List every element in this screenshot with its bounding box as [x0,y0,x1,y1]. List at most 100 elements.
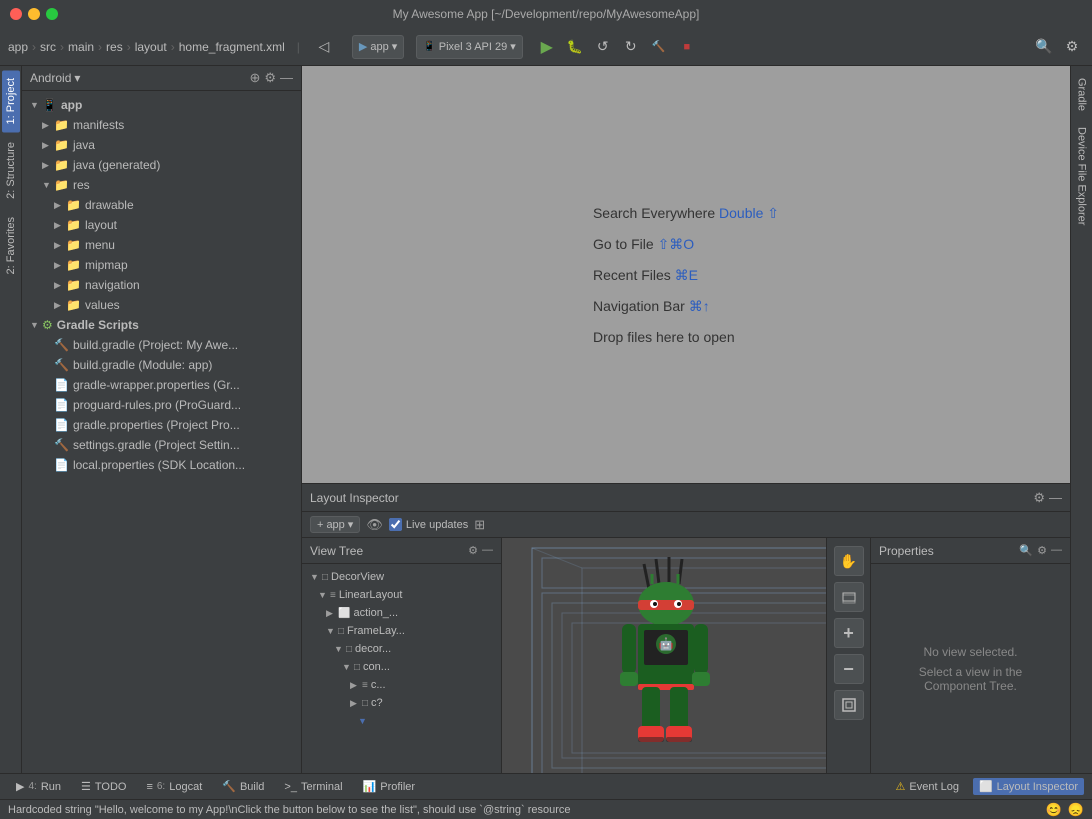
live-updates-checkbox[interactable] [389,518,402,531]
view-selector[interactable]: Android ▾ [30,71,80,85]
terminal-tab[interactable]: >_ Terminal [276,776,350,798]
left-panel-tabs: 1: Project 2: Structure 2: Favorites [0,66,22,773]
logcat-tab[interactable]: ≡ 6: Logcat [138,776,210,798]
tree-item-c2[interactable]: ▶ □ c? [302,694,501,712]
view-tree-content: ▼ □ DecorView ▼ ≡ LinearLayout ▶ [302,564,501,773]
add-process-button[interactable]: + app ▾ [310,516,360,533]
tree-gradle-properties[interactable]: 📄 gradle.properties (Project Pro... [22,415,301,435]
minimize-button[interactable] [28,8,40,20]
tree-java[interactable]: ▶ 📁 java [22,135,301,155]
hand-tool-button[interactable]: ✋ [834,546,864,576]
sad-emoji[interactable]: 😞 [1068,802,1084,818]
tree-item-expand[interactable]: ▼ [302,712,501,730]
tree-gradle-wrapper[interactable]: 📄 gradle-wrapper.properties (Gr... [22,375,301,395]
run-tab[interactable]: ▶ 4: Run [8,776,69,798]
settings-button[interactable]: ⚙ [1060,35,1084,59]
search-everywhere-button[interactable]: 🔍 [1032,35,1056,59]
breadcrumb-layout[interactable]: layout [135,40,167,54]
build-tab-icon: 🔨 [222,780,236,793]
run-button[interactable]: ▶ [535,35,559,59]
layout-inspector-preview[interactable]: 🤖 [502,538,826,773]
tree-values[interactable]: ▶ 📁 values [22,295,301,315]
sidebar-settings-icon[interactable]: ⊕ [249,70,260,86]
capture-button[interactable]: ⊞ [474,517,485,533]
debug-button[interactable]: 🐛 [563,35,587,59]
tree-local-properties[interactable]: 📄 local.properties (SDK Location... [22,455,301,475]
sidebar-gear-icon[interactable]: ⚙ [264,70,276,86]
zoom-in-button[interactable]: + [834,618,864,648]
todo-tab-label: TODO [95,781,127,793]
no-view-text: No view selected. [923,645,1017,659]
event-log-button[interactable]: ⚠ Event Log [890,778,965,795]
tree-item-action[interactable]: ▶ ⬜ action_... [302,604,501,622]
zoom-out-button[interactable]: − [834,654,864,684]
properties-search-icon[interactable]: 🔍 [1019,544,1033,557]
fit-screen-button[interactable] [834,690,864,720]
layout-inspector-bottom-button[interactable]: ⬜ Layout Inspector [973,778,1084,795]
window-title: My Awesome App [~/Development/repo/MyAwe… [393,7,700,21]
close-button[interactable] [10,8,22,20]
tree-menu[interactable]: ▶ 📁 menu [22,235,301,255]
sync-button[interactable]: ↺ [591,35,615,59]
breadcrumb-file[interactable]: home_fragment.xml [179,40,285,54]
tree-gradle-scripts[interactable]: ▼ ⚙ Gradle Scripts [22,315,301,335]
tree-item-c1[interactable]: ▶ ≡ c... [302,676,501,694]
happy-emoji[interactable]: 😊 [1046,802,1062,818]
tree-item-framelayout[interactable]: ▼ □ FrameLay... [302,622,501,640]
tree-build-gradle-module[interactable]: 🔨 build.gradle (Module: app) [22,355,301,375]
run-tab-number: 4: [28,781,36,792]
tree-settings-icon[interactable]: ⚙ [468,544,478,557]
tree-item-decorview[interactable]: ▼ □ DecorView [302,568,501,586]
sidebar-header: Android ▾ ⊕ ⚙ — [22,66,301,91]
stop-button[interactable]: ■ [675,35,699,59]
properties-settings-icon[interactable]: ⚙ [1037,544,1047,557]
project-tab[interactable]: 1: Project [2,70,20,132]
layout-inspector-minimize-icon[interactable]: — [1049,490,1062,506]
tree-res[interactable]: ▼ 📁 res [22,175,301,195]
tree-app[interactable]: ▼ 📱 app [22,95,301,115]
build-tab[interactable]: 🔨 Build [214,776,272,798]
terminal-tab-label: Terminal [301,781,343,793]
breadcrumb-src[interactable]: src [40,40,56,54]
tree-settings-gradle[interactable]: 🔨 settings.gradle (Project Settin... [22,435,301,455]
tree-drawable[interactable]: ▶ 📁 drawable [22,195,301,215]
device-file-explorer-tab[interactable]: Device File Explorer [1073,119,1091,233]
todo-tab[interactable]: ☰ TODO [73,776,134,798]
properties-minimize-icon[interactable]: — [1051,544,1062,557]
logcat-tab-icon: ≡ [146,781,152,793]
layout-inspector-settings-icon[interactable]: ⚙ [1033,490,1045,506]
refresh-button[interactable]: ↻ [619,35,643,59]
tree-proguard[interactable]: 📄 proguard-rules.pro (ProGuard... [22,395,301,415]
tree-layout[interactable]: ▶ 📁 layout [22,215,301,235]
event-log-icon: ⚠ [896,780,906,793]
profiler-tab[interactable]: 📊 Profiler [355,776,424,798]
breadcrumb-app[interactable]: app [8,40,28,54]
layers-tool-button[interactable] [834,582,864,612]
tree-item-linearlayout[interactable]: ▼ ≡ LinearLayout [302,586,501,604]
tree-build-gradle-project[interactable]: 🔨 build.gradle (Project: My Awe... [22,335,301,355]
tree-manifests[interactable]: ▶ 📁 manifests [22,115,301,135]
gradle-tab[interactable]: Gradle [1073,70,1091,119]
favorites-tab[interactable]: 2: Favorites [2,209,20,282]
device-dropdown[interactable]: 📱 Pixel 3 API 29 ▾ [416,35,522,59]
hint-search: Search Everywhere Double ⇧ [593,205,779,222]
tree-navigation[interactable]: ▶ 📁 navigation [22,275,301,295]
breadcrumb-res[interactable]: res [106,40,123,54]
build-button[interactable]: 🔨 [647,35,671,59]
app-dropdown[interactable]: ▶ app ▾ [352,35,404,59]
eye-icon[interactable]: 👁 [366,517,383,533]
tree-java-generated[interactable]: ▶ 📁 java (generated) [22,155,301,175]
tree-item-decor[interactable]: ▼ □ decor... [302,640,501,658]
live-updates-toggle[interactable]: Live updates [389,518,468,531]
run-tab-label: Run [41,781,61,793]
breadcrumb-main[interactable]: main [68,40,94,54]
maximize-button[interactable] [46,8,58,20]
tree-minimize-icon[interactable]: — [482,544,493,557]
event-log-label: Event Log [909,781,959,793]
tree-item-con[interactable]: ▼ □ con... [302,658,501,676]
structure-tab[interactable]: 2: Structure [2,134,20,207]
back-navigate-button[interactable]: ◁ [312,35,336,59]
sidebar-collapse-icon[interactable]: — [280,70,293,86]
tree-mipmap[interactable]: ▶ 📁 mipmap [22,255,301,275]
hint-drop-files: Drop files here to open [593,329,779,345]
